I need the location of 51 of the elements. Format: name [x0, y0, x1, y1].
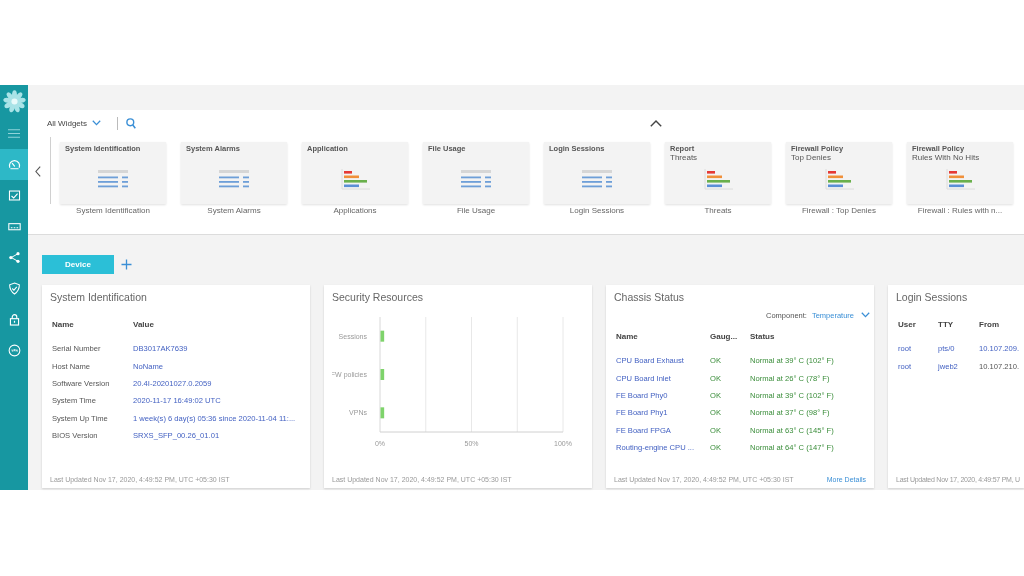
monitor-check-icon [7, 189, 21, 202]
bar [380, 407, 385, 419]
chevron-down-icon [861, 312, 870, 318]
round-badge-icon [7, 344, 21, 357]
widget-tile-heading: Top Denies [791, 153, 832, 163]
search-icon[interactable] [126, 117, 136, 129]
table-icon [218, 168, 250, 190]
flower-logo-icon [2, 90, 26, 113]
bar-chart-icon [339, 168, 371, 190]
sidebar-item[interactable] [0, 149, 28, 180]
chevron-down-icon [92, 120, 101, 126]
menu-icon[interactable] [8, 129, 20, 138]
bar [380, 369, 385, 380]
widget-filter-dropdown[interactable]: All Widgets [47, 118, 101, 128]
widget-caption: Login Sessions [569, 205, 625, 216]
widget-caption: Applications [333, 205, 377, 216]
gauge-icon [7, 158, 21, 171]
widget-caption: System Identification [76, 205, 150, 216]
widget-caption: Firewall : Top Denies [801, 205, 877, 216]
bar-chart-icon [944, 168, 976, 190]
widget-caption: System Alarms [207, 205, 261, 216]
widget-tile-heading: Rules With No Hits [912, 153, 980, 163]
widget-caption: Firewall : Rules with n... [917, 205, 1003, 216]
column-header: TTY [938, 319, 954, 329]
shield-check-icon [7, 282, 21, 295]
chevron-up-icon[interactable] [650, 119, 662, 127]
card-title: Login Sessions [896, 290, 968, 305]
bar [380, 330, 385, 342]
panel-icon [7, 220, 21, 233]
column-header: Status [750, 331, 775, 341]
table-icon [460, 168, 492, 190]
table-icon [97, 168, 129, 190]
column-header: Gaug... [710, 331, 738, 341]
bar-chart-icon [702, 168, 734, 190]
column-header: Name [616, 331, 638, 341]
bar-chart-icon [823, 168, 855, 190]
card-title: Security Resources [332, 290, 424, 305]
card-title: System Identification [50, 290, 147, 305]
chevron-left-icon[interactable] [35, 166, 41, 177]
table-icon [581, 168, 613, 190]
card-title: Chassis Status [614, 290, 685, 305]
network-icon [7, 251, 21, 264]
column-header: Value [133, 319, 154, 329]
widget-caption: File Usage [456, 205, 496, 216]
plus-icon[interactable] [121, 259, 132, 270]
widget-tile-heading: Threats [670, 153, 698, 163]
column-header: Name [52, 319, 74, 329]
lock-icon [7, 313, 21, 326]
column-header: From [979, 319, 999, 329]
column-header: User [898, 319, 916, 329]
widget-caption: Threats [704, 205, 732, 216]
